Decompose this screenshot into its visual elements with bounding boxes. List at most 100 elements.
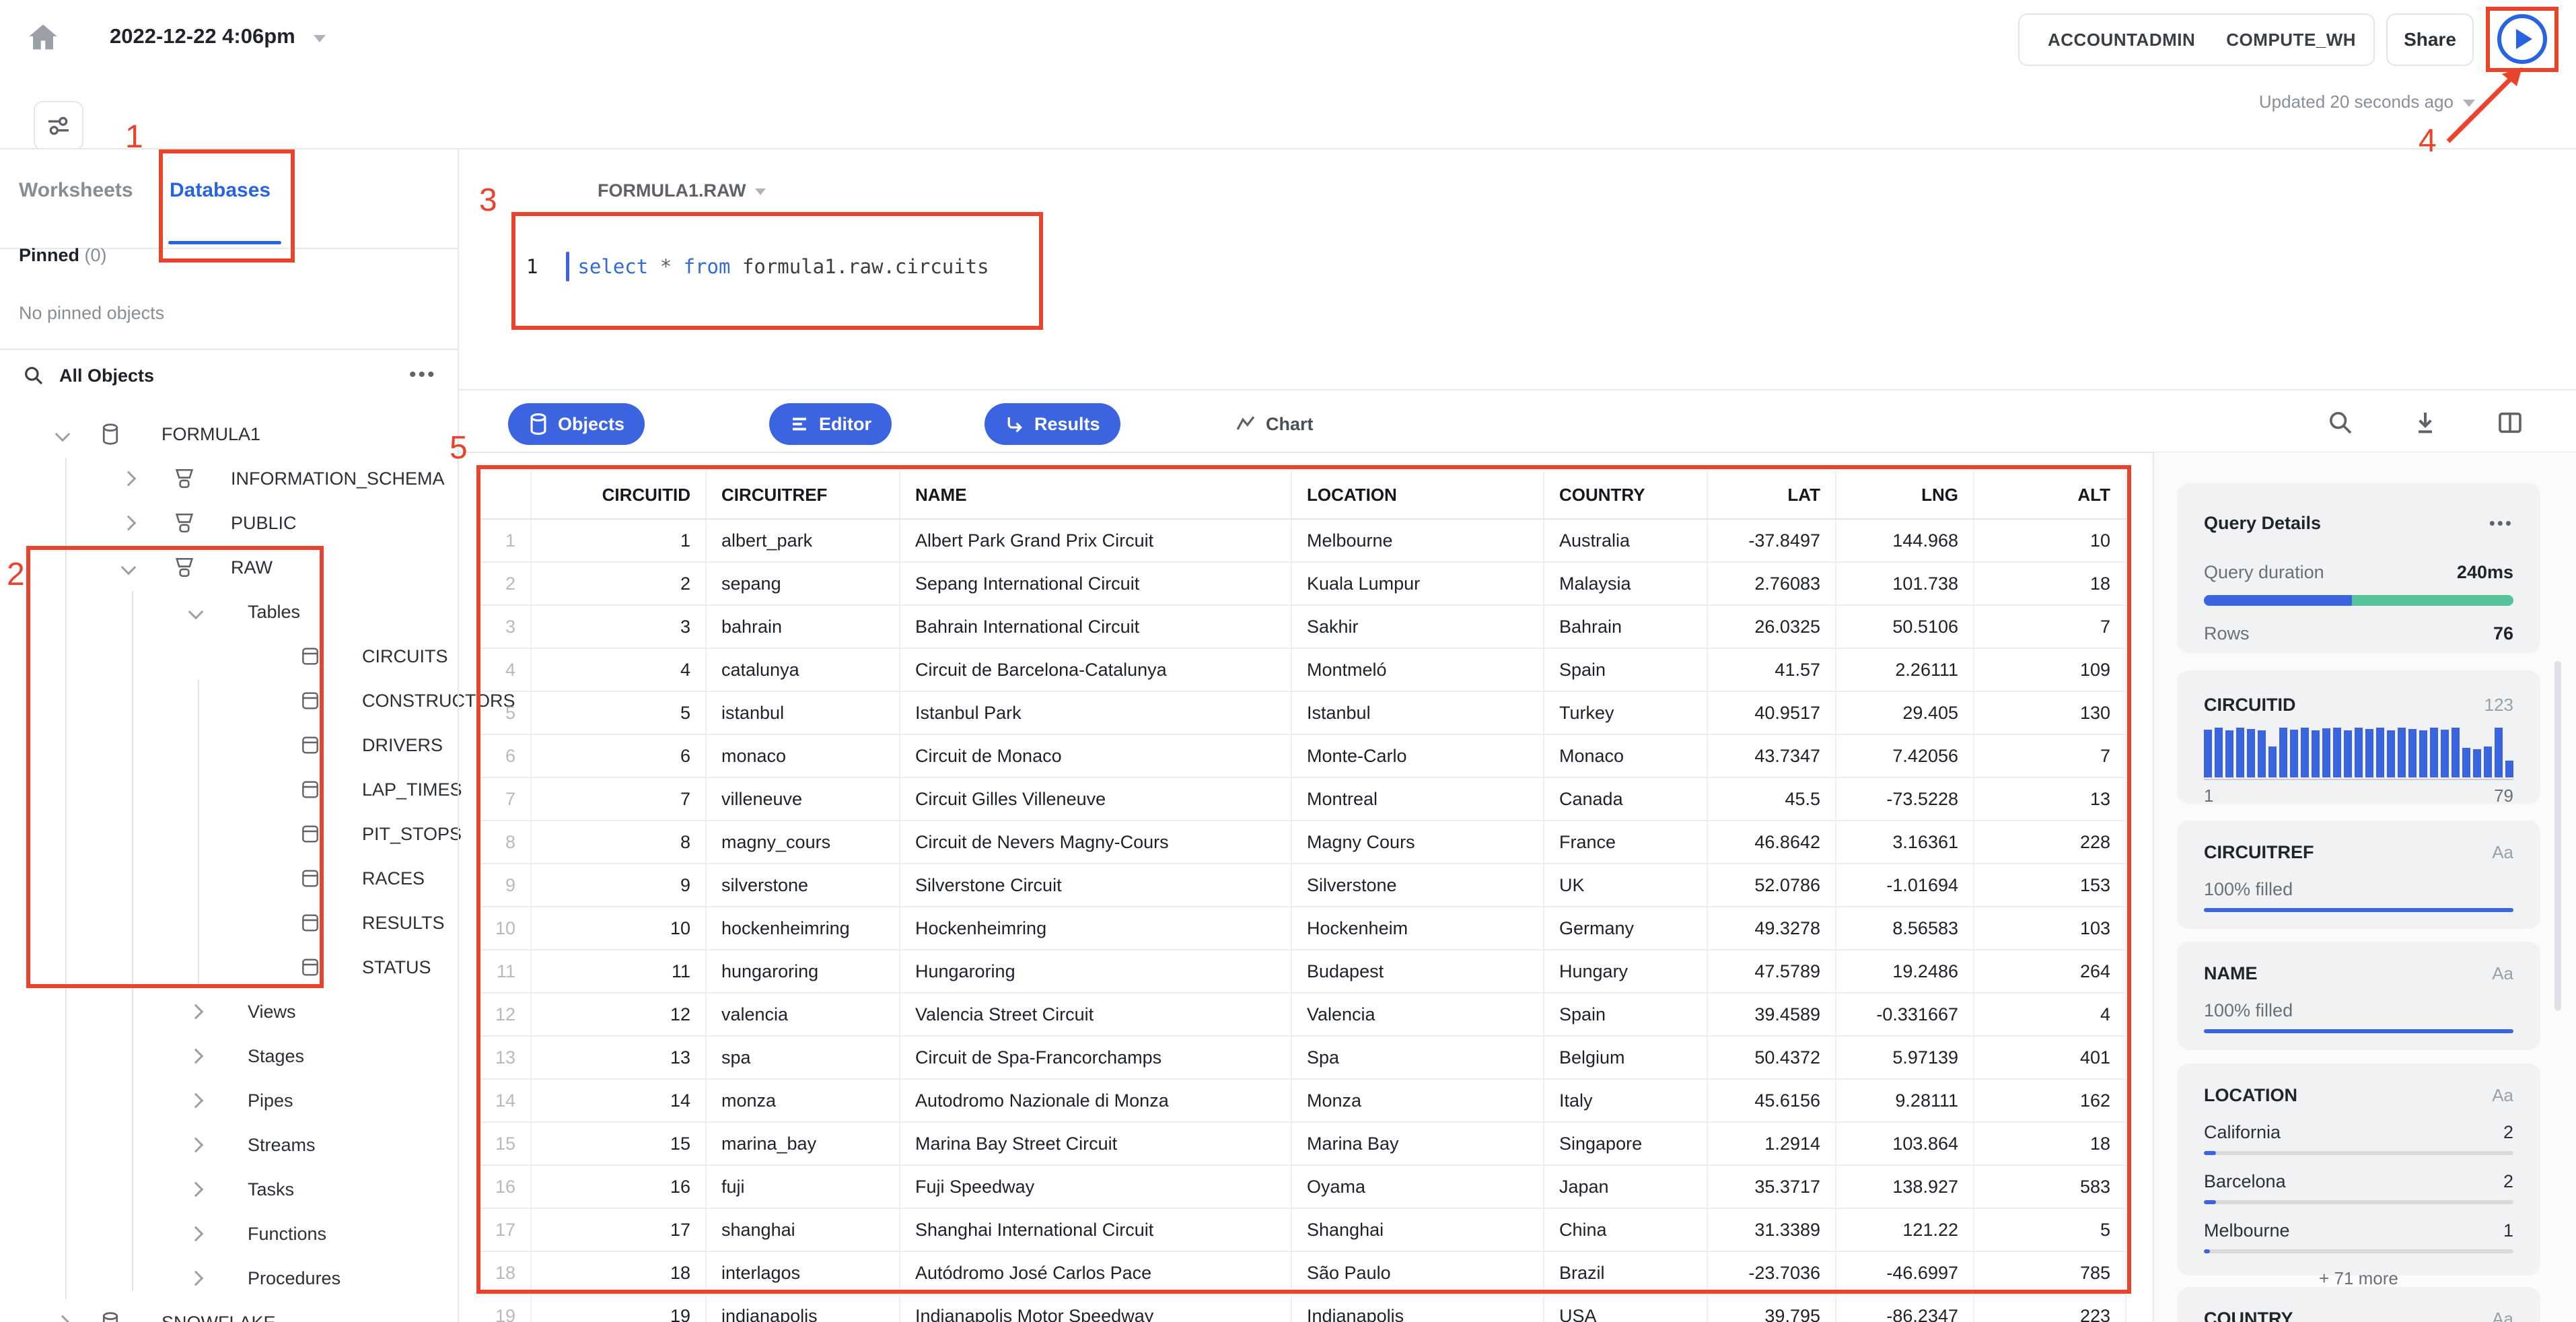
rows-label: Rows (2204, 623, 2250, 643)
tree-item-tasks[interactable]: Tasks (0, 1167, 458, 1212)
histogram-bar (2387, 730, 2395, 777)
chart-icon (1236, 416, 1255, 430)
tree-item-label: RACES (362, 868, 425, 889)
tree-item-information_schema[interactable]: INFORMATION_SCHEMA (0, 456, 458, 501)
annotation-box-3 (511, 212, 1043, 330)
chevron-right-icon[interactable] (188, 1181, 204, 1197)
worksheet-filter-button[interactable] (34, 101, 83, 151)
tree-item-label: Functions (248, 1223, 327, 1244)
chevron-right-icon[interactable] (120, 471, 137, 487)
tree-item-label: Tasks (248, 1179, 295, 1199)
tab-editor[interactable]: Editor (769, 403, 892, 445)
tree-item-label: SNOWFLAKE (162, 1313, 276, 1322)
tree-item-label: STATUS (362, 956, 431, 977)
sidebar-divider (458, 149, 459, 1322)
context-selector[interactable]: ACCOUNTADMIN COMPUTE_WH (2018, 13, 2375, 66)
lines-icon (793, 417, 806, 431)
chevron-right-icon[interactable] (55, 1315, 71, 1322)
tree-item-label: PUBLIC (231, 512, 297, 533)
query-details-panel: Query Details ••• Query duration 240ms R… (2154, 452, 2576, 1322)
circuitid-histogram (2204, 728, 2513, 777)
top-value-row-california[interactable]: California 2 (2204, 1122, 2513, 1155)
search-icon[interactable] (2327, 409, 2354, 436)
annotation-number-2: 2 (7, 557, 25, 592)
chevron-right-icon[interactable] (188, 1092, 204, 1109)
tab-results[interactable]: Results (985, 403, 1120, 445)
histogram-bar (2301, 728, 2309, 777)
tree-item-formula1[interactable]: FORMULA1 (0, 412, 458, 456)
chevron-right-icon[interactable] (188, 1226, 204, 1242)
tree-item-label: Stages (248, 1045, 305, 1066)
chevron-right-icon[interactable] (188, 1270, 204, 1286)
histogram-bar (2290, 729, 2298, 777)
tab-chart[interactable]: Chart (1235, 403, 1314, 445)
tree-item-functions[interactable]: Functions (0, 1212, 458, 1256)
role-label: ACCOUNTADMIN (2048, 29, 2196, 50)
tree-item-label: Pipes (248, 1090, 293, 1111)
tree-item-streams[interactable]: Streams (0, 1123, 458, 1167)
tree-item-label: Streams (248, 1134, 316, 1155)
filled-bar (2204, 908, 2513, 912)
histogram-bar (2473, 749, 2481, 777)
tree-item-views[interactable]: Views (0, 989, 458, 1034)
annotation-number-3: 3 (479, 182, 497, 218)
histogram-bar (2344, 730, 2352, 777)
annotation-box-4 (2486, 7, 2559, 72)
tree-item-procedures[interactable]: Procedures (0, 1256, 458, 1300)
database-icon (530, 413, 546, 436)
text-type-badge: Aa (2492, 1309, 2513, 1322)
more-values-link[interactable]: + 71 more (2204, 1268, 2513, 1289)
download-icon[interactable] (2412, 409, 2439, 436)
cell: -86.2347 (1836, 1295, 1974, 1322)
chevron-right-icon[interactable] (188, 1004, 204, 1020)
tab-objects[interactable]: Objects (508, 403, 645, 445)
tree-item-pipes[interactable]: Pipes (0, 1078, 458, 1123)
query-details-card: Query Details ••• Query duration 240ms R… (2177, 483, 2540, 653)
histogram-bar (2484, 746, 2492, 777)
histogram-bar (2312, 730, 2320, 777)
warehouse-label: COMPUTE_WH (2226, 29, 2357, 50)
stat-card-name[interactable]: NAME Aa 100% filled (2177, 942, 2540, 1050)
worksheet-title[interactable]: 2022-12-22 4:06pm (110, 24, 295, 48)
stat-card-location[interactable]: LOCATION Aa California 2 Barcelona 2 Melbo… (2177, 1064, 2540, 1288)
columns-icon[interactable] (2497, 409, 2524, 436)
table-row[interactable]: 19 19 indianapolis Indianapolis Motor Speed… (476, 1295, 2126, 1322)
title-caret-icon[interactable] (314, 35, 326, 42)
chevron-right-icon[interactable] (120, 515, 137, 531)
stat-card-circuitref[interactable]: CIRCUITREF Aa 100% filled (2177, 821, 2540, 929)
top-value-row-barcelona[interactable]: Barcelona 2 (2204, 1171, 2513, 1204)
histogram-bar (2462, 747, 2470, 777)
tree-item-label: CIRCUITS (362, 646, 448, 666)
chevron-right-icon[interactable] (188, 1048, 204, 1064)
tree-item-stages[interactable]: Stages (0, 1034, 458, 1078)
snowsight-worksheet-page: 2022-12-22 4:06pm ACCOUNTADMIN COMPUTE_W… (0, 0, 2576, 1322)
top-value-row-melbourne[interactable]: Melbourne 1 (2204, 1220, 2513, 1253)
panel-scrollbar[interactable] (2554, 661, 2561, 1011)
ellipsis-icon[interactable]: ••• (2489, 513, 2513, 534)
histogram-bar (2247, 729, 2255, 777)
cell: USA (1544, 1295, 1708, 1322)
annotation-box-5 (476, 465, 2131, 1294)
histogram-bar (2333, 728, 2341, 777)
stat-card-circuitid[interactable]: CIRCUITID 123 1 79 (2177, 670, 2540, 806)
object-search[interactable]: All Objects (23, 365, 154, 386)
duration-value: 240ms (2456, 562, 2513, 582)
home-icon[interactable] (26, 20, 61, 55)
tree-item-public[interactable]: PUBLIC (0, 501, 458, 545)
tab-worksheets[interactable]: Worksheets (19, 179, 133, 202)
histogram-bar (2215, 728, 2223, 777)
histogram-bar (2225, 730, 2233, 777)
filled-bar (2204, 1029, 2513, 1033)
objects-menu-button[interactable]: ••• (409, 363, 437, 386)
chevron-down-icon[interactable] (55, 426, 71, 442)
sliders-icon (48, 116, 69, 135)
pinned-header: Pinned (0) (19, 245, 107, 265)
histogram-bar (2258, 730, 2266, 777)
chevron-right-icon[interactable] (188, 1137, 204, 1153)
tree-item-snowflake[interactable]: SNOWFLAKE (0, 1300, 458, 1322)
stat-card-country[interactable]: COUNTRY Aa (2177, 1287, 2540, 1322)
duration-label: Query duration (2204, 562, 2324, 582)
database-icon (102, 423, 118, 445)
histogram-bar (2495, 728, 2503, 777)
worksheet-context-tab[interactable]: FORMULA1.RAW (598, 180, 766, 201)
